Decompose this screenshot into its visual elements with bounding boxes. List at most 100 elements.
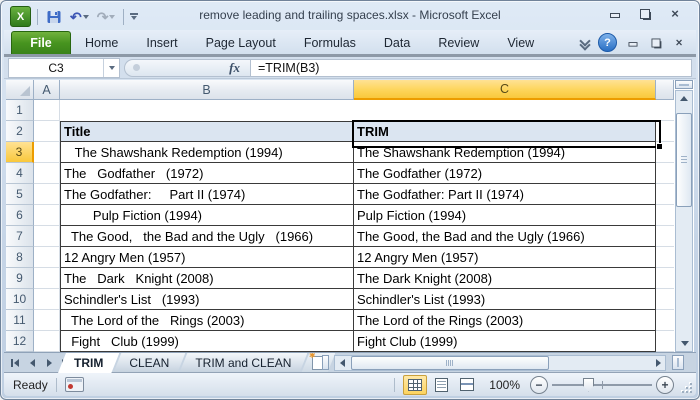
row-header-7[interactable]: 7 bbox=[6, 226, 34, 247]
row-header-6[interactable]: 6 bbox=[6, 205, 34, 226]
sheet-tab-clean[interactable]: CLEAN bbox=[113, 353, 185, 373]
cell-partial-10[interactable] bbox=[656, 289, 674, 310]
save-button[interactable] bbox=[44, 8, 64, 26]
cell-partial-11[interactable] bbox=[656, 310, 674, 331]
cell-B4[interactable]: The Godfather (1972) bbox=[60, 163, 354, 184]
cell-partial-7[interactable] bbox=[656, 226, 674, 247]
cell-C4[interactable]: The Godfather (1972) bbox=[354, 163, 656, 184]
row-header-1[interactable]: 1 bbox=[6, 100, 34, 121]
workbook-minimize-button[interactable] bbox=[627, 37, 640, 48]
active-cell-selection[interactable] bbox=[352, 120, 661, 148]
cell-B8[interactable]: 12 Angry Men (1957) bbox=[60, 247, 354, 268]
cell-A3[interactable] bbox=[34, 142, 60, 163]
cell-partial-9[interactable] bbox=[656, 268, 674, 289]
undo-button[interactable]: ↶ bbox=[68, 9, 91, 25]
tab-view[interactable]: View bbox=[493, 32, 548, 54]
cell-A6[interactable] bbox=[34, 205, 60, 226]
page-break-view-button[interactable] bbox=[455, 375, 479, 395]
normal-view-button[interactable] bbox=[403, 375, 427, 395]
cell-B3[interactable]: The Shawshank Redemption (1994) bbox=[60, 142, 354, 163]
cell-partial-6[interactable] bbox=[656, 205, 674, 226]
cell-C6[interactable]: Pulp Fiction (1994) bbox=[354, 205, 656, 226]
cell-A8[interactable] bbox=[34, 247, 60, 268]
macro-record-button[interactable] bbox=[65, 377, 84, 392]
cell-C1[interactable] bbox=[354, 100, 656, 121]
tab-page-layout[interactable]: Page Layout bbox=[192, 32, 290, 54]
cell-C9[interactable]: The Dark Knight (2008) bbox=[354, 268, 656, 289]
tab-insert[interactable]: Insert bbox=[132, 32, 191, 54]
cell-partial-5[interactable] bbox=[656, 184, 674, 205]
cell-B10[interactable]: Schindler's List (1993) bbox=[60, 289, 354, 310]
next-sheet-button[interactable] bbox=[43, 357, 55, 369]
vertical-scrollbar[interactable] bbox=[674, 80, 694, 352]
tab-data[interactable]: Data bbox=[370, 32, 424, 54]
cell-A9[interactable] bbox=[34, 268, 60, 289]
previous-sheet-button[interactable] bbox=[26, 357, 38, 369]
tab-formulas[interactable]: Formulas bbox=[290, 32, 370, 54]
restore-button[interactable] bbox=[638, 8, 652, 20]
vertical-split-handle[interactable] bbox=[675, 80, 693, 89]
name-box[interactable]: C3 bbox=[8, 58, 120, 78]
insert-worksheet-button[interactable] bbox=[301, 353, 335, 373]
tab-file[interactable]: File bbox=[11, 31, 71, 54]
cell-B11[interactable]: The Lord of the Rings (2003) bbox=[60, 310, 354, 331]
undo-dropdown-icon[interactable] bbox=[83, 15, 89, 19]
row-header-2[interactable]: 2 bbox=[6, 121, 34, 142]
cell-B5[interactable]: The Godfather: Part II (1974) bbox=[60, 184, 354, 205]
cell-C7[interactable]: The Good, the Bad and the Ugly (1966) bbox=[354, 226, 656, 247]
cell-partial-8[interactable] bbox=[656, 247, 674, 268]
horizontal-scrollbar[interactable] bbox=[334, 355, 666, 371]
cell-B9[interactable]: The Dark Knight (2008) bbox=[60, 268, 354, 289]
column-header-b[interactable]: B bbox=[60, 80, 354, 100]
column-header-c[interactable]: C bbox=[354, 80, 656, 100]
vertical-scrollbar-thumb[interactable] bbox=[676, 113, 692, 207]
cell-A5[interactable] bbox=[34, 184, 60, 205]
row-header-5[interactable]: 5 bbox=[6, 184, 34, 205]
tab-review[interactable]: Review bbox=[424, 32, 493, 54]
cell-A12[interactable] bbox=[34, 331, 60, 352]
redo-button[interactable]: ↷ bbox=[95, 9, 118, 25]
insert-function-button[interactable]: fx bbox=[229, 60, 240, 76]
scroll-down-icon[interactable] bbox=[681, 341, 689, 346]
first-sheet-button[interactable] bbox=[9, 357, 21, 369]
cell-C8[interactable]: 12 Angry Men (1957) bbox=[354, 247, 656, 268]
vertical-scrollbar-track[interactable] bbox=[675, 90, 693, 352]
row-header-8[interactable]: 8 bbox=[6, 247, 34, 268]
cell-partial-4[interactable] bbox=[656, 163, 674, 184]
cell-A7[interactable] bbox=[34, 226, 60, 247]
cell-B12[interactable]: Fight Club (1999) bbox=[60, 331, 354, 352]
cell-C12[interactable]: Fight Club (1999) bbox=[354, 331, 656, 352]
cell-C5[interactable]: The Godfather: Part II (1974) bbox=[354, 184, 656, 205]
cell-A10[interactable] bbox=[34, 289, 60, 310]
row-header-4[interactable]: 4 bbox=[6, 163, 34, 184]
column-header-a[interactable]: A bbox=[34, 80, 60, 100]
workbook-close-button[interactable]: × bbox=[673, 37, 686, 48]
sheet-tab-trim[interactable]: TRIM bbox=[58, 353, 119, 373]
cell-C11[interactable]: The Lord of the Rings (2003) bbox=[354, 310, 656, 331]
horizontal-scrollbar-thumb[interactable] bbox=[351, 356, 549, 370]
zoom-level[interactable]: 100% bbox=[489, 378, 520, 392]
zoom-slider-thumb[interactable] bbox=[583, 378, 594, 392]
cell-A1[interactable] bbox=[34, 100, 60, 121]
row-header-12[interactable]: 12 bbox=[6, 331, 34, 352]
workbook-restore-button[interactable] bbox=[650, 37, 663, 48]
expand-ribbon-icon[interactable] bbox=[581, 39, 589, 47]
scroll-left-button[interactable] bbox=[335, 356, 349, 370]
row-header-11[interactable]: 11 bbox=[6, 310, 34, 331]
select-all-corner[interactable] bbox=[6, 80, 34, 100]
column-header-partial[interactable] bbox=[656, 80, 674, 100]
formula-input[interactable]: =TRIM(B3) bbox=[250, 59, 692, 77]
cell-B6[interactable]: Pulp Fiction (1994) bbox=[60, 205, 354, 226]
page-layout-view-button[interactable] bbox=[429, 375, 453, 395]
scroll-up-icon[interactable] bbox=[680, 96, 688, 101]
row-header-3[interactable]: 3 bbox=[6, 142, 34, 163]
close-button[interactable]: × bbox=[668, 8, 682, 20]
cell-B7[interactable]: The Good, the Bad and the Ugly (1966) bbox=[60, 226, 354, 247]
cell-partial-1[interactable] bbox=[656, 100, 674, 121]
cell-B2[interactable]: Title bbox=[60, 121, 354, 142]
zoom-in-button[interactable]: + bbox=[656, 376, 674, 394]
row-header-9[interactable]: 9 bbox=[6, 268, 34, 289]
tab-split-handle[interactable] bbox=[322, 355, 329, 370]
cell-partial-12[interactable] bbox=[656, 331, 674, 352]
cell-B1[interactable] bbox=[60, 100, 354, 121]
